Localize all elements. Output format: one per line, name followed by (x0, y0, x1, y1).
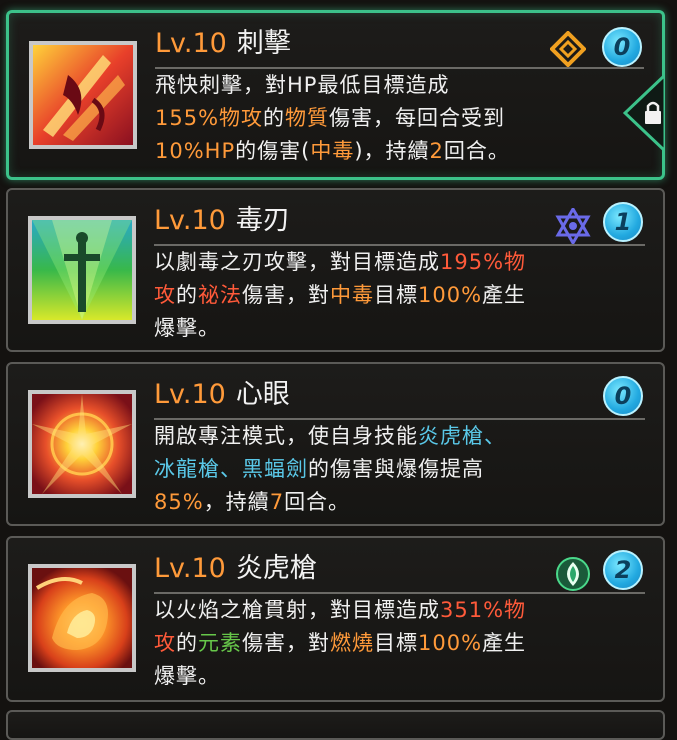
desc-text: )，持續 (354, 139, 430, 163)
skill-card-next[interactable] (6, 710, 665, 740)
desc-line: 攻的祕法傷害，對中毒目標100%產生 (154, 279, 633, 312)
diamond-ring-icon (550, 31, 586, 67)
cooldown-badge: 2 (603, 550, 643, 590)
stab-skill-icon (29, 41, 137, 149)
skill-description: 飛快刺擊，對HP最低目標造成 155%物攻的物質傷害，每回合受到 10%HP的傷… (155, 69, 632, 168)
skill-name: 刺擊 (236, 28, 291, 59)
desc-highlight: 冰龍槍、黑蝠劍 (154, 457, 308, 481)
desc-line: 開啟專注模式，使自身技能炎虎槍、 (154, 420, 633, 453)
skill-title: Lv.10 毒刃 (154, 204, 290, 238)
skill-description: 以劇毒之刃攻擊，對目標造成195%物 攻的祕法傷害，對中毒目標100%產生 爆擊… (154, 246, 633, 345)
skill-title: Lv.10 炎虎槍 (154, 552, 317, 586)
skill-level: Lv.10 (154, 553, 226, 584)
desc-text: 爆擊。 (154, 664, 220, 688)
desc-highlight: 元素 (198, 631, 242, 655)
desc-highlight: 燃燒 (330, 631, 374, 655)
desc-highlight: 攻 (154, 631, 176, 655)
desc-text: 的 (176, 631, 198, 655)
cooldown-badge: 1 (603, 202, 643, 242)
desc-line: 攻的元素傷害，對燃燒目標100%產生 (154, 627, 633, 660)
desc-text: 爆擊。 (154, 316, 220, 340)
desc-highlight: 195%物 (440, 250, 527, 274)
desc-text: 傷害，每回合受到 (329, 106, 506, 130)
desc-text: 飛快刺擊，對HP最低目標造成 (155, 73, 450, 97)
desc-text: 的傷害與爆傷提高 (308, 457, 484, 481)
skill-level: Lv.10 (154, 205, 226, 236)
skill-description: 開啟專注模式，使自身技能炎虎槍、 冰龍槍、黑蝠劍的傷害與爆傷提高 85%，持續7… (154, 420, 633, 519)
desc-text: 產生 (482, 283, 527, 307)
desc-highlight: 炎虎槍、 (418, 424, 506, 448)
skill-name: 毒刃 (235, 205, 290, 236)
desc-text: 產生 (482, 631, 527, 655)
desc-line: 10%HP的傷害(中毒)，持續2回合。 (155, 135, 632, 168)
desc-line: 爆擊。 (154, 660, 633, 693)
green-leaf-orb-icon (556, 557, 590, 591)
desc-highlight: 100% (418, 283, 483, 307)
desc-highlight: 中毒 (310, 139, 355, 163)
desc-highlight: 10%HP (155, 139, 236, 163)
desc-text: 傷害，對 (242, 283, 330, 307)
desc-highlight: 100% (418, 631, 483, 655)
skill-card-stab[interactable]: Lv.10 刺擊 0 飛快刺擊，對HP最低目標造成 155%物攻的物質傷害，每回合… (6, 10, 665, 180)
desc-text: 開啟專注模式，使自身技能 (154, 424, 418, 448)
desc-highlight: 祕法 (198, 283, 242, 307)
skill-card-mind-eye[interactable]: Lv.10 心眼 0 開啟專注模式，使自身技能炎虎槍、 冰龍槍、黑蝠劍的傷害與爆傷… (6, 362, 665, 526)
desc-text: 回合。 (443, 139, 510, 163)
desc-highlight: 攻 (154, 283, 176, 307)
desc-text: 回合。 (284, 490, 351, 514)
desc-text: 的傷害( (235, 139, 311, 163)
desc-line: 155%物攻的物質傷害，每回合受到 (155, 102, 632, 135)
mind-eye-skill-icon (28, 390, 136, 498)
desc-line: 冰龍槍、黑蝠劍的傷害與爆傷提高 (154, 453, 633, 486)
desc-highlight: 85% (154, 490, 204, 514)
flame-tiger-spear-skill-icon (28, 564, 136, 672)
desc-line: 爆擊。 (154, 312, 633, 345)
hexagram-star-icon (555, 208, 591, 244)
desc-highlight: 7 (269, 490, 285, 514)
desc-line: 飛快刺擊，對HP最低目標造成 (155, 69, 632, 102)
skill-description: 以火焰之槍貫射，對目標造成351%物 攻的元素傷害，對燃燒目標100%產生 爆擊… (154, 594, 633, 693)
skill-title: Lv.10 刺擊 (155, 27, 291, 61)
cooldown-badge: 0 (603, 376, 643, 416)
skill-card-poison-blade[interactable]: Lv.10 毒刃 1 以劇毒之刃攻擊，對目標造成195%物 攻的祕法傷害，對中毒目… (6, 188, 665, 352)
skill-level: Lv.10 (154, 379, 226, 410)
skill-title: Lv.10 心眼 (154, 378, 290, 412)
desc-text: 目標 (374, 283, 418, 307)
desc-line: 以劇毒之刃攻擊，對目標造成195%物 (154, 246, 633, 279)
desc-text: 目標 (374, 631, 418, 655)
poison-blade-skill-icon (28, 216, 136, 324)
desc-line: 85%，持續7回合。 (154, 486, 633, 519)
desc-highlight: 中毒 (330, 283, 374, 307)
desc-highlight: 351%物 (440, 598, 527, 622)
desc-text: 以火焰之槍貫射，對目標造成 (154, 598, 440, 622)
skill-name: 炎虎槍 (235, 553, 317, 584)
desc-text: 以劇毒之刃攻擊，對目標造成 (154, 250, 440, 274)
skill-card-flame-tiger-spear[interactable]: Lv.10 炎虎槍 2 以火焰之槍貫射，對目標造成351%物 攻的元素傷害，對燃燒… (6, 536, 665, 702)
lock-icon[interactable] (623, 75, 665, 151)
desc-line: 以火焰之槍貫射，對目標造成351%物 (154, 594, 633, 627)
desc-text: 傷害，對 (242, 631, 330, 655)
desc-highlight: 155%物攻 (155, 106, 264, 130)
skill-level: Lv.10 (155, 28, 227, 59)
desc-text: ，持續 (203, 490, 270, 514)
desc-highlight: 物質 (285, 106, 330, 130)
desc-text: 的 (263, 106, 286, 130)
cooldown-badge: 0 (602, 27, 642, 67)
desc-text: 的 (176, 283, 198, 307)
skill-name: 心眼 (235, 379, 290, 410)
desc-highlight: 2 (429, 139, 444, 163)
